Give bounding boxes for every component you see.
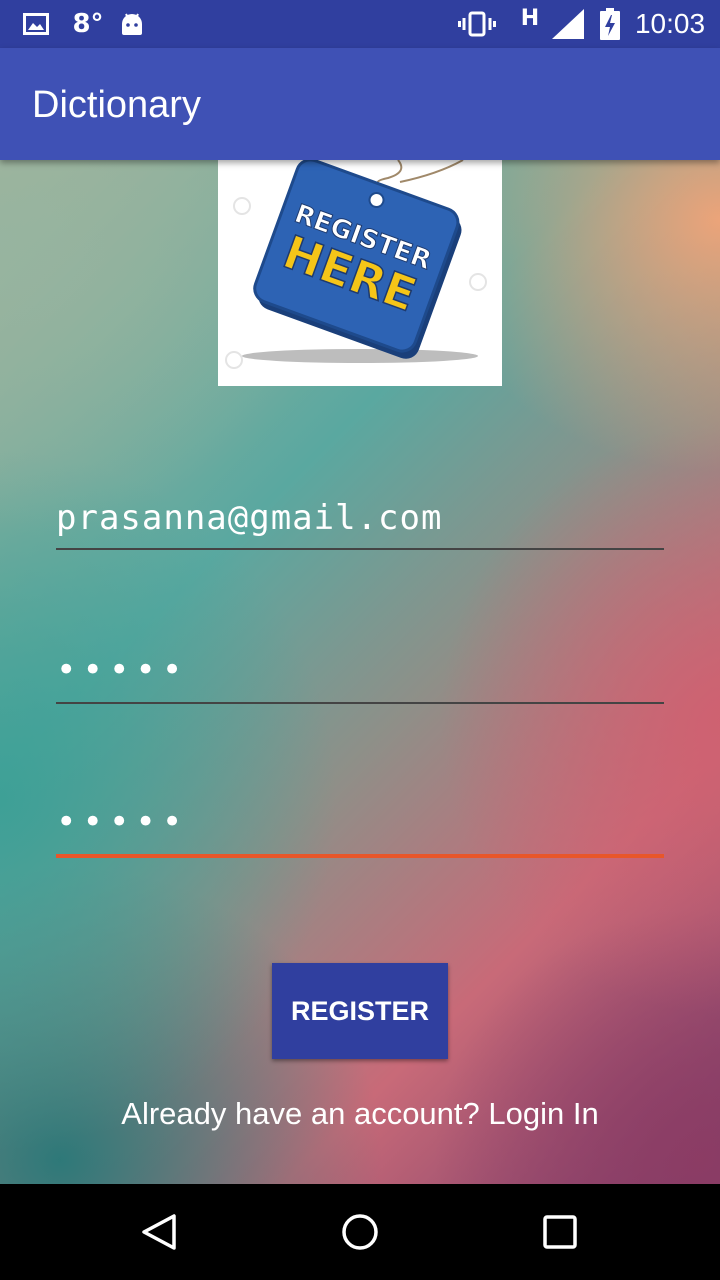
battery-charging-icon (598, 0, 622, 48)
app-bar: Dictionary (0, 48, 720, 160)
signal-icon (550, 0, 586, 48)
confirm-password-underline (56, 854, 664, 858)
network-type-label: H (520, 6, 540, 31)
recents-icon[interactable] (500, 1184, 620, 1280)
register-button[interactable]: REGISTER (272, 963, 448, 1059)
android-icon (118, 0, 146, 48)
confirm-password-value: ••••• (56, 802, 189, 842)
register-screen: REGISTER HERE prasanna@gmail.com ••••• •… (0, 160, 720, 1184)
email-field[interactable]: prasanna@gmail.com (56, 490, 664, 554)
password-field[interactable]: ••••• (56, 644, 664, 708)
vibrate-icon (458, 0, 496, 48)
back-icon[interactable] (100, 1184, 220, 1280)
password-underline (56, 702, 664, 704)
email-underline (56, 548, 664, 550)
confirm-password-field[interactable]: ••••• (56, 796, 664, 862)
clock-text: 10:03 (634, 8, 706, 39)
navigation-bar (0, 1184, 720, 1280)
gallery-icon (22, 0, 50, 48)
password-value: ••••• (56, 650, 189, 690)
temperature-text: 8° (72, 9, 104, 39)
register-here-logo: REGISTER HERE (218, 160, 502, 386)
email-value: prasanna@gmail.com (56, 498, 443, 538)
login-link[interactable]: Already have an account? Login In (0, 1096, 720, 1132)
status-bar: 8° H 10:03 (0, 0, 720, 48)
home-icon[interactable] (300, 1184, 420, 1280)
app-title: Dictionary (32, 84, 201, 126)
